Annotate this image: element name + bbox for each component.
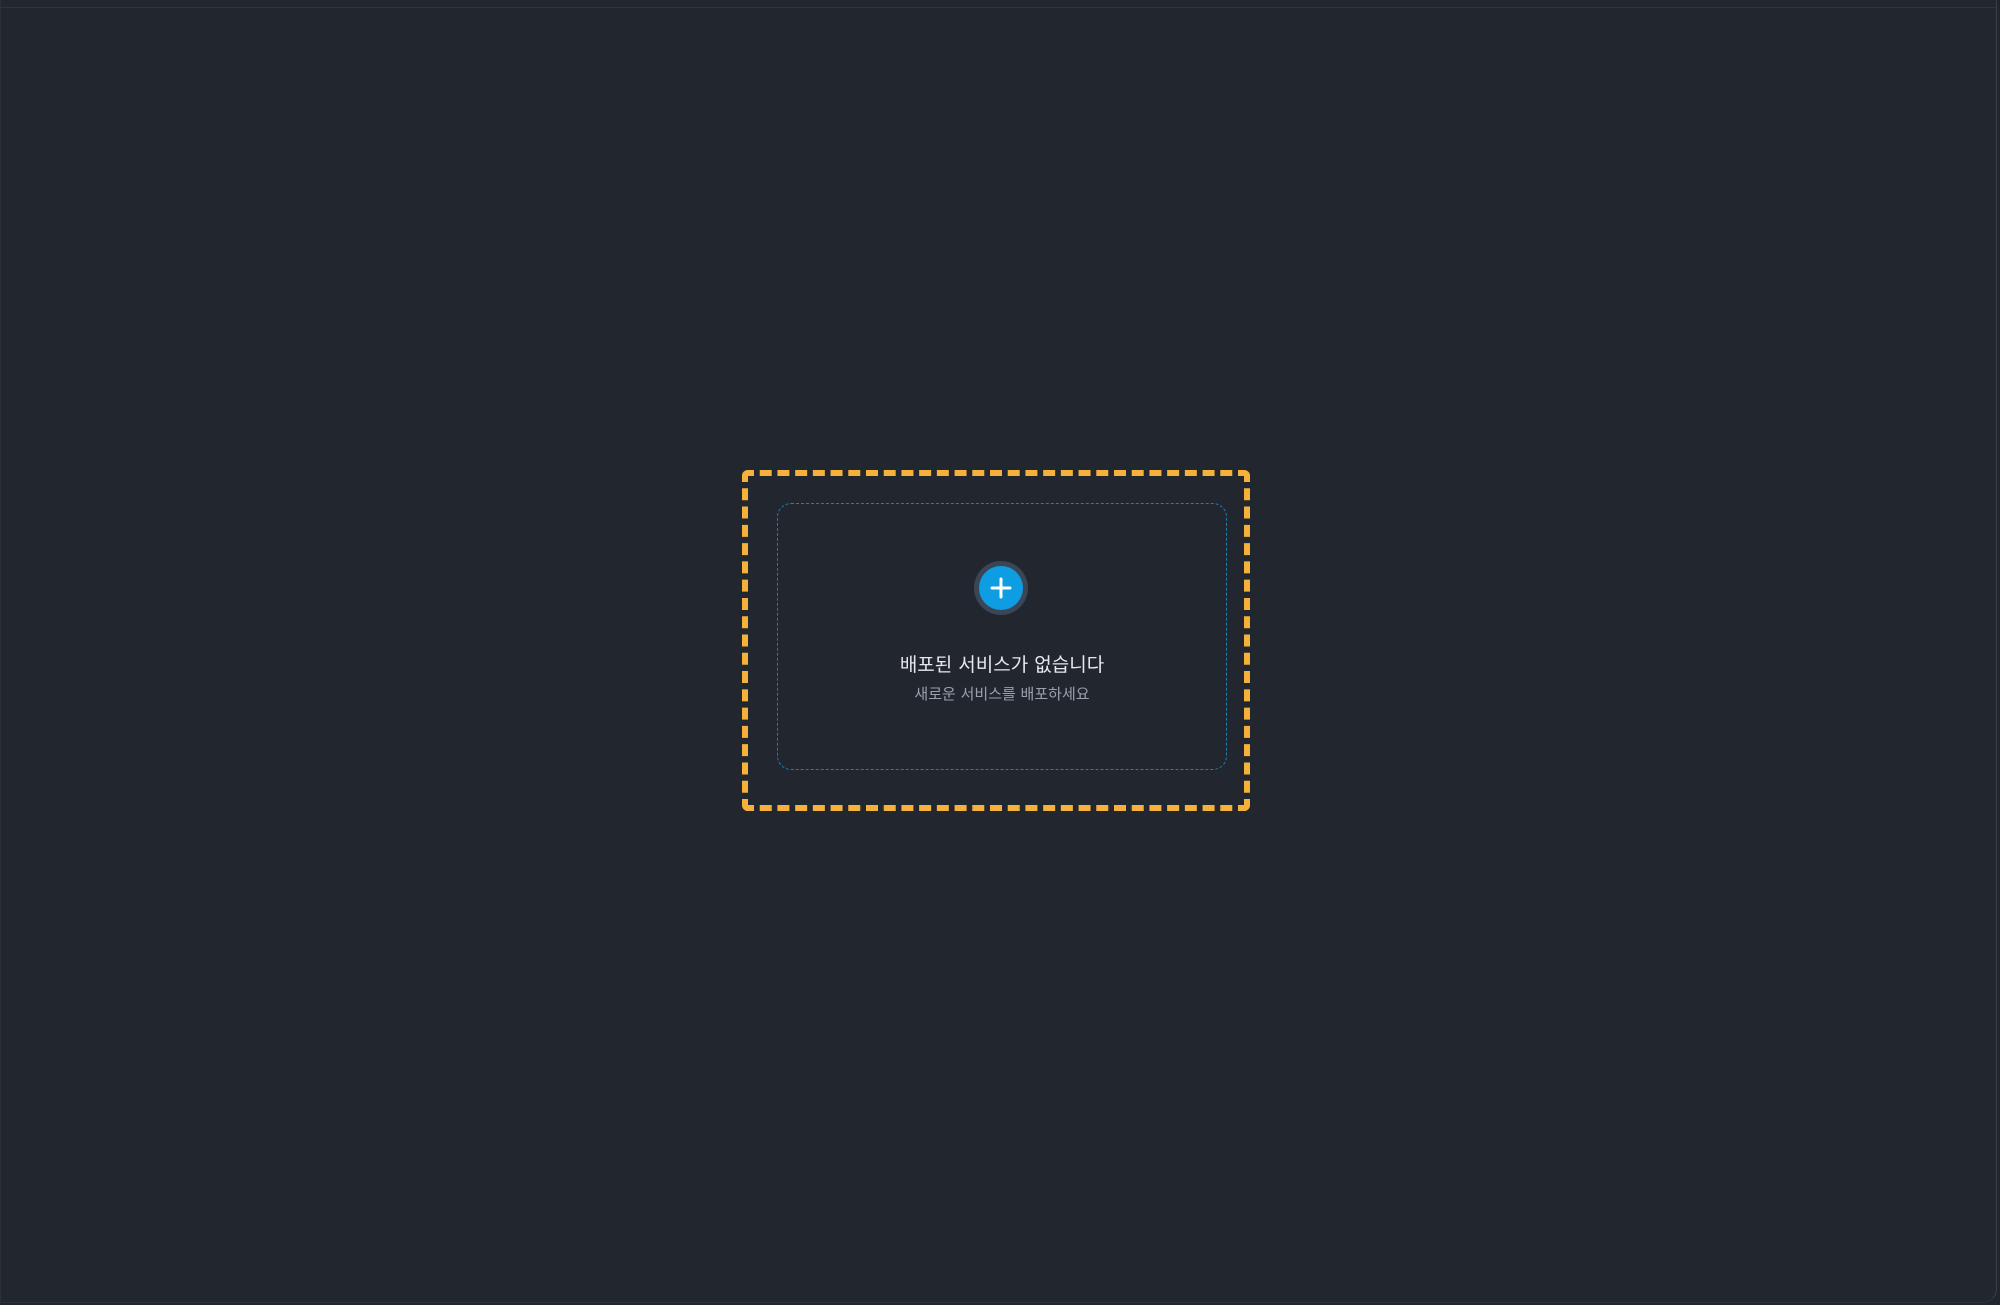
- add-button-fill: [979, 566, 1023, 610]
- empty-state-card[interactable]: [777, 503, 1227, 770]
- plus-icon: [990, 577, 1012, 599]
- empty-state-title: 배포된 서비스가 없습니다: [899, 654, 1105, 676]
- add-service-button[interactable]: [974, 561, 1028, 615]
- top-bar: [1, 0, 1996, 8]
- empty-state-subtitle: 새로운 서비스를 배포하세요: [914, 685, 1090, 703]
- app-window: 배포된 서비스가 없습니다 새로운 서비스를 배포하세요: [0, 0, 1997, 1303]
